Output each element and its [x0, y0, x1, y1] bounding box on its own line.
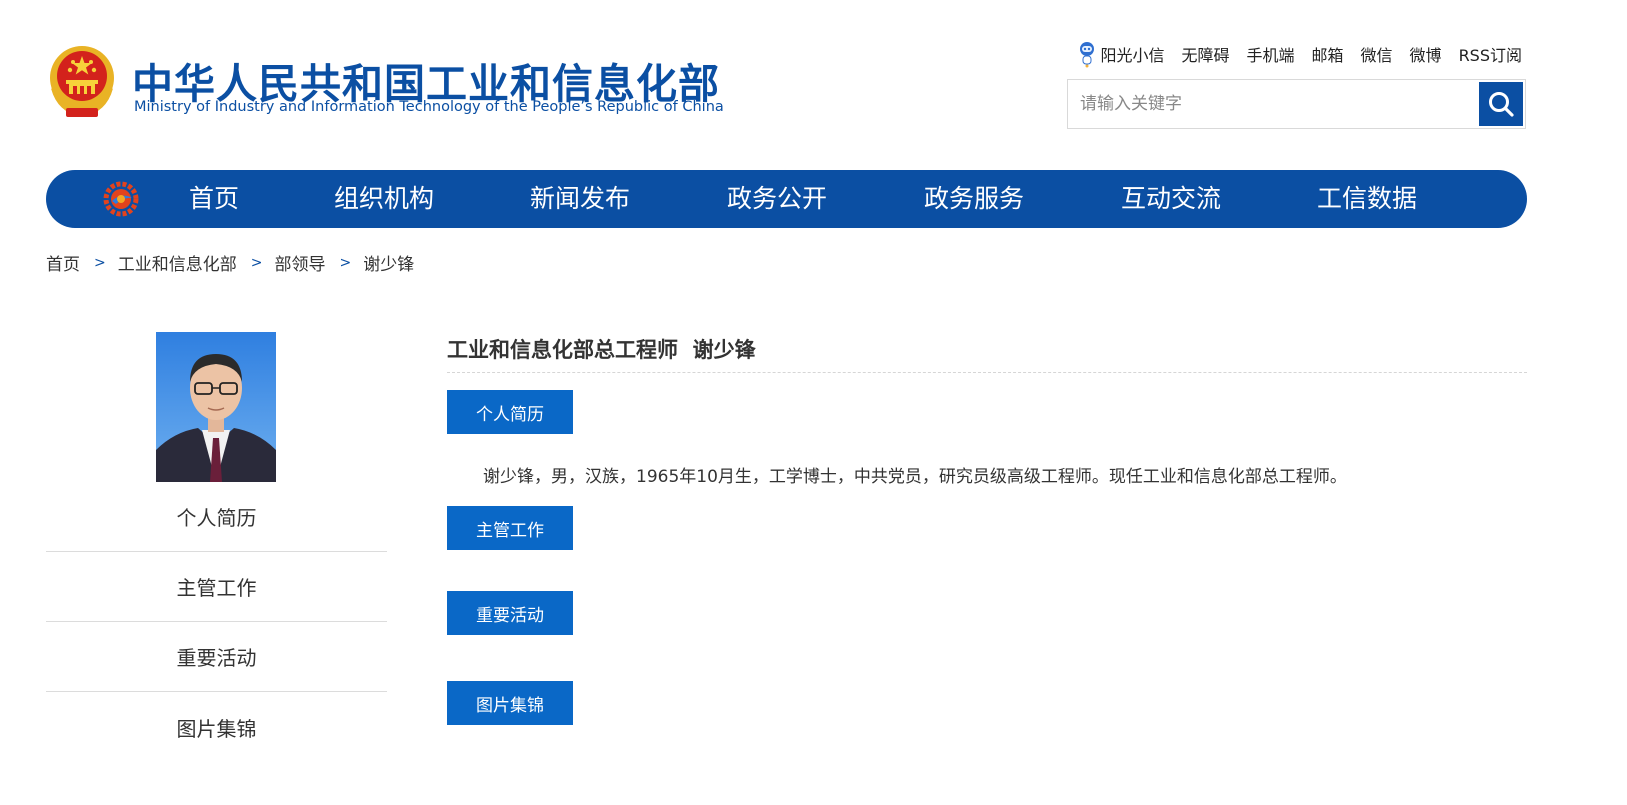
search-button[interactable]	[1479, 82, 1523, 126]
top-links: 阳光小信 无障碍 手机端 邮箱 微信 微博 RSS订阅	[1078, 40, 1522, 68]
site-subtitle: Ministry of Industry and Information Tec…	[134, 99, 724, 115]
nav-item-government-affairs[interactable]: 政务公开	[727, 170, 827, 228]
nav-item-organization[interactable]: 组织机构	[334, 170, 434, 228]
sidebar-item-gallery[interactable]: 图片集锦	[46, 692, 387, 762]
title-divider	[447, 372, 1527, 373]
search-input[interactable]	[1068, 80, 1478, 128]
nav-item-data[interactable]: 工信数据	[1317, 170, 1417, 228]
robot-mascot-icon	[1080, 42, 1095, 68]
breadcrumb-home[interactable]: 首页	[46, 250, 80, 275]
breadcrumb-separator-icon: >	[339, 254, 352, 271]
breadcrumb: 首页 > 工业和信息化部 > 部领导 > 谢少锋	[46, 250, 415, 276]
top-link-wechat[interactable]: 微信	[1361, 42, 1393, 66]
section-button-activities[interactable]: 重要活动	[447, 591, 573, 635]
top-link-mailbox[interactable]: 邮箱	[1312, 42, 1344, 66]
miit-logo-icon[interactable]	[102, 180, 140, 218]
top-link-accessibility[interactable]: 无障碍	[1181, 42, 1229, 66]
breadcrumb-separator-icon: >	[94, 254, 106, 271]
national-emblem-icon[interactable]	[46, 44, 118, 120]
top-link-weibo[interactable]: 微博	[1410, 42, 1442, 66]
sidebar-item-responsibilities[interactable]: 主管工作	[46, 552, 387, 622]
breadcrumb-current: 谢少锋	[363, 255, 415, 275]
breadcrumb-ministry[interactable]: 工业和信息化部	[118, 250, 237, 275]
nav-item-interaction[interactable]: 互动交流	[1121, 170, 1221, 228]
portrait-photo	[156, 332, 276, 482]
section-button-resume[interactable]: 个人简历	[447, 390, 573, 434]
nav-item-government-services[interactable]: 政务服务	[924, 170, 1024, 228]
main-nav: 首页 组织机构 新闻发布 政务公开 政务服务 互动交流 工信数据	[46, 170, 1527, 228]
breadcrumb-leaders[interactable]: 部领导	[274, 250, 325, 275]
section-button-gallery[interactable]: 图片集锦	[447, 681, 573, 725]
site-header: 中华人民共和国工业和信息化部 Ministry of Industry and …	[0, 0, 1627, 165]
top-link-label: 阳光小信	[1100, 46, 1165, 65]
search-box	[1067, 79, 1526, 129]
sidebar-item-resume[interactable]: 个人简历	[46, 482, 387, 552]
section-button-responsibilities[interactable]: 主管工作	[447, 506, 573, 550]
nav-item-home[interactable]: 首页	[189, 170, 239, 228]
sidebar-item-activities[interactable]: 重要活动	[46, 622, 387, 692]
sidebar-menu: 个人简历 主管工作 重要活动 图片集锦	[46, 482, 387, 762]
top-link-rss[interactable]: RSS订阅	[1459, 42, 1522, 66]
nav-item-news[interactable]: 新闻发布	[530, 170, 630, 228]
page-title: 工业和信息化部总工程师 谢少锋	[447, 338, 756, 362]
top-link-mobile[interactable]: 手机端	[1247, 42, 1295, 66]
top-link-sunshine[interactable]: 阳光小信	[1078, 40, 1164, 68]
breadcrumb-separator-icon: >	[250, 254, 263, 271]
search-icon	[1489, 92, 1514, 117]
bio-text: 谢少锋，男，汉族，1965年10月生，工学博士，中共党员，研究员级高级工程师。现…	[483, 467, 1347, 487]
